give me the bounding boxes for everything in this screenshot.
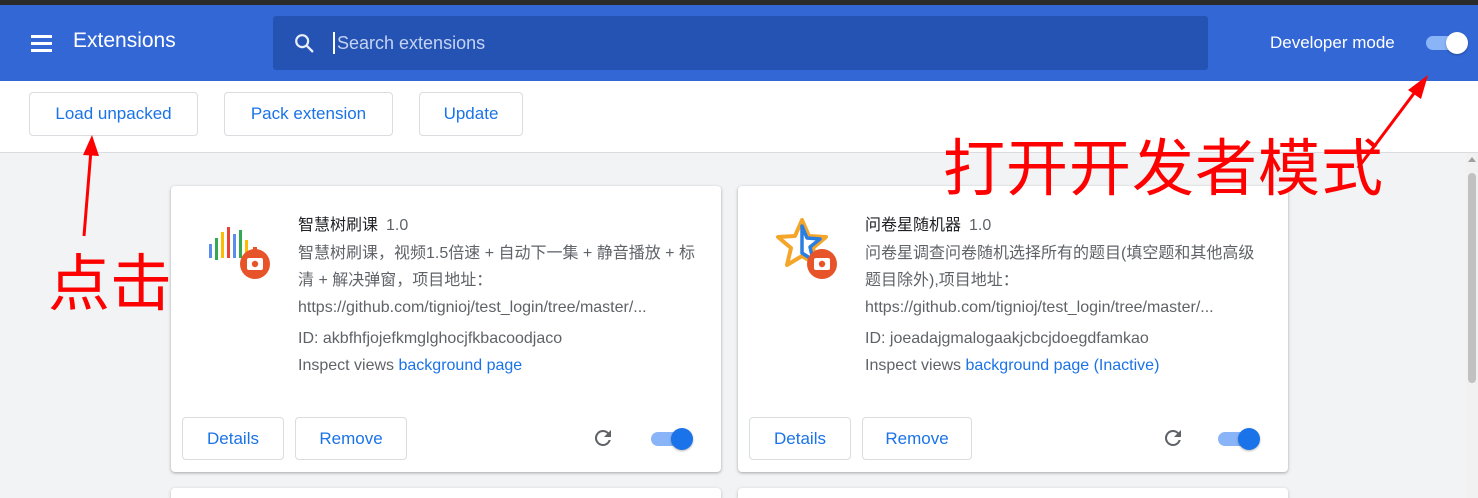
background-page-link[interactable]: background page — [399, 357, 523, 374]
load-unpacked-button[interactable]: Load unpacked — [29, 92, 198, 136]
arrow-to-load-unpacked — [82, 149, 93, 237]
extension-description: 问卷星调查问卷随机选择所有的题目(填空题和其他高级题目除外),项目地址： — [865, 245, 1255, 289]
inspect-views: Inspect views background page — [298, 357, 523, 374]
extension-name: 问卷星随机器 1.0 — [865, 217, 992, 234]
extension-id: ID: joeadajgmalogaakjcbcjdoegdfamkao — [865, 330, 1149, 347]
remove-button[interactable]: Remove — [295, 417, 407, 460]
extension-url: https://github.com/tignioj/test_login/tr… — [298, 299, 647, 316]
page-scrollbar[interactable] — [1466, 153, 1478, 498]
reload-icon[interactable] — [591, 426, 615, 450]
background-page-link[interactable]: background page (Inactive) — [966, 357, 1160, 374]
details-button[interactable]: Details — [749, 417, 851, 460]
developer-mode-annotation: 打开开发者模式 — [943, 132, 1385, 205]
extension-card — [171, 488, 721, 498]
extension-enable-toggle[interactable] — [1216, 427, 1262, 451]
menu-icon[interactable] — [29, 33, 55, 53]
update-button[interactable]: Update — [419, 92, 523, 136]
search-input[interactable] — [333, 32, 1193, 54]
developer-mode-label: Developer mode — [1270, 33, 1395, 52]
scrollbar-thumb[interactable] — [1468, 173, 1476, 383]
extension-enable-toggle[interactable] — [649, 427, 695, 451]
extension-icon-bars — [209, 227, 270, 279]
extension-card: 智慧树刷课 1.0 智慧树刷课，视频1.5倍速 + 自动下一集 + 静音播放 + … — [171, 186, 721, 472]
extension-url: https://github.com/tignioj/test_login/tr… — [865, 299, 1214, 316]
remove-button[interactable]: Remove — [862, 417, 972, 460]
extensions-header: Extensions Developer mode — [0, 5, 1478, 81]
scroll-up-arrow-icon[interactable] — [1468, 157, 1476, 162]
search-icon — [295, 34, 314, 53]
extension-description: 智慧树刷课，视频1.5倍速 + 自动下一集 + 静音播放 + 标清 + 解决弹窗… — [298, 245, 695, 289]
inspect-views: Inspect views background page (Inactive) — [865, 357, 1160, 374]
click-annotation: 点击 — [48, 247, 173, 320]
page-title: Extensions — [73, 29, 176, 52]
extension-id: ID: akbfhfjojefkmglghocjfkbacoodjaco — [298, 330, 563, 347]
developer-mode-toggle[interactable] — [1424, 31, 1468, 55]
extension-name: 智慧树刷课 1.0 — [298, 217, 409, 234]
reload-icon[interactable] — [1161, 426, 1185, 450]
extension-icon-star — [776, 218, 837, 279]
extension-card: 问卷星随机器 1.0 问卷星调查问卷随机选择所有的题目(填空题和其他高级题目除外)… — [738, 186, 1288, 472]
pack-extension-button[interactable]: Pack extension — [224, 92, 393, 136]
extension-card — [738, 488, 1288, 498]
search-box[interactable] — [273, 16, 1208, 70]
details-button[interactable]: Details — [182, 417, 284, 460]
